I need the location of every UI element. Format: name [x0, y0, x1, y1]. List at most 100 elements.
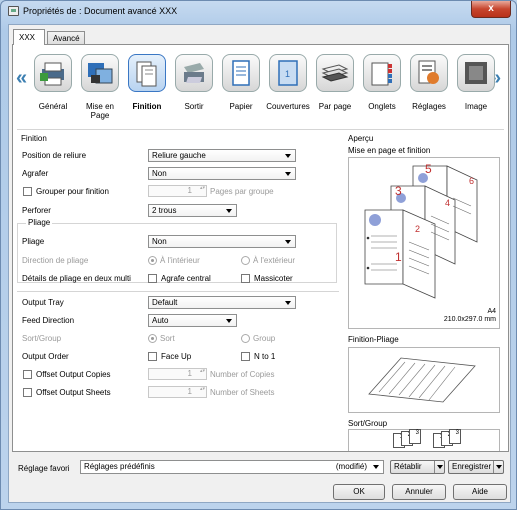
- cancel-button[interactable]: Annuler: [392, 484, 446, 500]
- massicoter-checkbox[interactable]: [241, 274, 250, 283]
- category-label: Finition: [132, 102, 162, 111]
- finishing-icon: [128, 54, 166, 92]
- scroll-left-icon[interactable]: «: [16, 68, 27, 88]
- finition-section-title: Finition: [21, 134, 47, 143]
- layout-preview: 5 6 3 4 1 2 A4 210.0x297.0 mm: [348, 157, 500, 329]
- sort-preview: 1 2 3 1 2 3: [348, 429, 500, 451]
- preview-page-number: 6: [469, 176, 475, 186]
- save-dropdown-icon[interactable]: [493, 461, 503, 473]
- details-label: Détails de pliage en deux multi: [22, 274, 131, 283]
- offset-copies-checkbox[interactable]: [23, 370, 32, 379]
- category-papier[interactable]: Papier: [217, 54, 265, 111]
- ribbon-separator: [17, 129, 504, 130]
- preview-page-number: 4: [445, 198, 451, 208]
- sort-page: 3: [409, 429, 421, 444]
- output-tray-select[interactable]: Default: [148, 296, 296, 309]
- booklet-preview-image: [364, 165, 478, 299]
- category-label: Par page: [318, 102, 352, 111]
- offset-copies-label: Offset Output Copies: [36, 370, 111, 379]
- pliage-label: Pliage: [22, 237, 45, 246]
- favorites-label: Réglage favori: [18, 464, 70, 473]
- category-label: Onglets: [368, 102, 396, 111]
- category-sortir[interactable]: Sortir: [170, 54, 218, 111]
- perforer-label: Perforer: [22, 206, 51, 215]
- grouper-unit: Pages par groupe: [210, 187, 274, 196]
- grouper-spinner[interactable]: 1: [148, 185, 207, 197]
- paper-dimensions-label: 210.0x297.0 mm: [443, 316, 496, 323]
- direction-exterieur-label: À l'extérieur: [253, 256, 295, 265]
- category-par-page[interactable]: Par page: [311, 54, 359, 111]
- restore-button[interactable]: Rétablir: [390, 460, 445, 474]
- window-title: Propriétés de : Document avancé XXX: [23, 6, 178, 16]
- dialog-client-area: XXX Avancé « » Général Mise en Page Fini…: [8, 24, 511, 503]
- perforer-select[interactable]: 2 trous: [148, 204, 237, 217]
- offset-copies-unit: Number of Copies: [210, 370, 275, 379]
- direction-label: Direction de pliage: [22, 256, 89, 265]
- category-onglets[interactable]: Onglets: [358, 54, 406, 111]
- category-label: Couvertures: [266, 102, 310, 111]
- offset-copies-spinner[interactable]: 1: [148, 368, 207, 380]
- face-up-label: Face Up: [161, 352, 192, 361]
- properties-window: Propriétés de : Document avancé XXX x XX…: [0, 0, 517, 510]
- layout-preview-label: Mise en page et finition: [348, 146, 431, 155]
- position-select[interactable]: Reliure gauche: [148, 149, 296, 162]
- feed-direction-label: Feed Direction: [22, 316, 75, 325]
- direction-exterieur-radio[interactable]: [241, 256, 250, 265]
- cover-icon: 1: [269, 54, 307, 92]
- category-mise-en-page[interactable]: Mise en Page: [76, 54, 124, 120]
- category-image[interactable]: Image: [452, 54, 500, 111]
- tab-avance[interactable]: Avancé: [47, 31, 85, 45]
- tab-xxx[interactable]: XXX: [13, 29, 45, 45]
- direction-interieur-radio[interactable]: [148, 256, 157, 265]
- face-up-checkbox[interactable]: [148, 352, 157, 361]
- category-label: Réglages: [412, 102, 446, 111]
- offset-sheets-spinner[interactable]: 1: [148, 386, 207, 398]
- image-icon: [457, 54, 495, 92]
- printer-app-icon: [8, 6, 19, 16]
- category-finition[interactable]: Finition: [123, 54, 171, 111]
- offset-sheets-unit: Number of Sheets: [210, 388, 275, 397]
- offset-sheets-label: Offset Output Sheets: [36, 388, 111, 397]
- title-bar[interactable]: Propriétés de : Document avancé XXX x: [1, 1, 516, 23]
- pliage-select[interactable]: Non: [148, 235, 296, 248]
- close-button[interactable]: x: [471, 1, 511, 18]
- favorites-select[interactable]: Réglages prédéfinis (modifié): [80, 460, 384, 474]
- category-label: Image: [464, 102, 488, 111]
- category-reglages[interactable]: Réglages: [405, 54, 453, 111]
- pliage-section-title: Pliage: [26, 218, 53, 227]
- sort-radio[interactable]: [148, 334, 157, 343]
- group-radio[interactable]: [241, 334, 250, 343]
- agrafer-select[interactable]: Non: [148, 167, 296, 180]
- dialog-footer: Réglage favori Réglages prédéfinis (modi…: [9, 455, 512, 503]
- preview-page-number: 2: [415, 224, 421, 234]
- direction-interieur-label: À l'intérieur: [160, 256, 200, 265]
- save-button[interactable]: Enregistrer: [448, 460, 504, 474]
- offset-sheets-checkbox[interactable]: [23, 388, 32, 397]
- sort-page: 3: [449, 429, 461, 444]
- section-separator: [17, 291, 339, 292]
- ok-button[interactable]: OK: [333, 484, 385, 500]
- sort-preview-label: Sort/Group: [348, 419, 388, 428]
- category-general[interactable]: Général: [29, 54, 77, 111]
- save-label: Enregistrer: [452, 462, 492, 471]
- restore-dropdown-icon[interactable]: [434, 461, 444, 473]
- category-couvertures[interactable]: 1 Couvertures: [264, 54, 312, 111]
- agrafe-central-checkbox[interactable]: [148, 274, 157, 283]
- n-to-1-checkbox[interactable]: [241, 352, 250, 361]
- grouper-checkbox[interactable]: [23, 187, 32, 196]
- fold-preview: [348, 347, 500, 413]
- paper-size-label: A4: [487, 308, 496, 315]
- output-tray-label: Output Tray: [22, 298, 64, 307]
- restore-label: Rétablir: [394, 462, 422, 471]
- feed-direction-select[interactable]: Auto: [148, 314, 237, 327]
- n-to-1-label: N to 1: [254, 352, 276, 361]
- help-button[interactable]: Aide: [453, 484, 507, 500]
- sort-radio-label: Sort: [160, 334, 175, 343]
- massicoter-label: Massicoter: [254, 274, 293, 283]
- category-label: Papier: [229, 102, 253, 111]
- agrafe-central-label: Agrafe central: [161, 274, 211, 283]
- sort-group-label: Sort/Group: [22, 334, 62, 343]
- settings-icon: [410, 54, 448, 92]
- category-label: Sortir: [184, 102, 204, 111]
- fold-preview-image: [368, 357, 476, 403]
